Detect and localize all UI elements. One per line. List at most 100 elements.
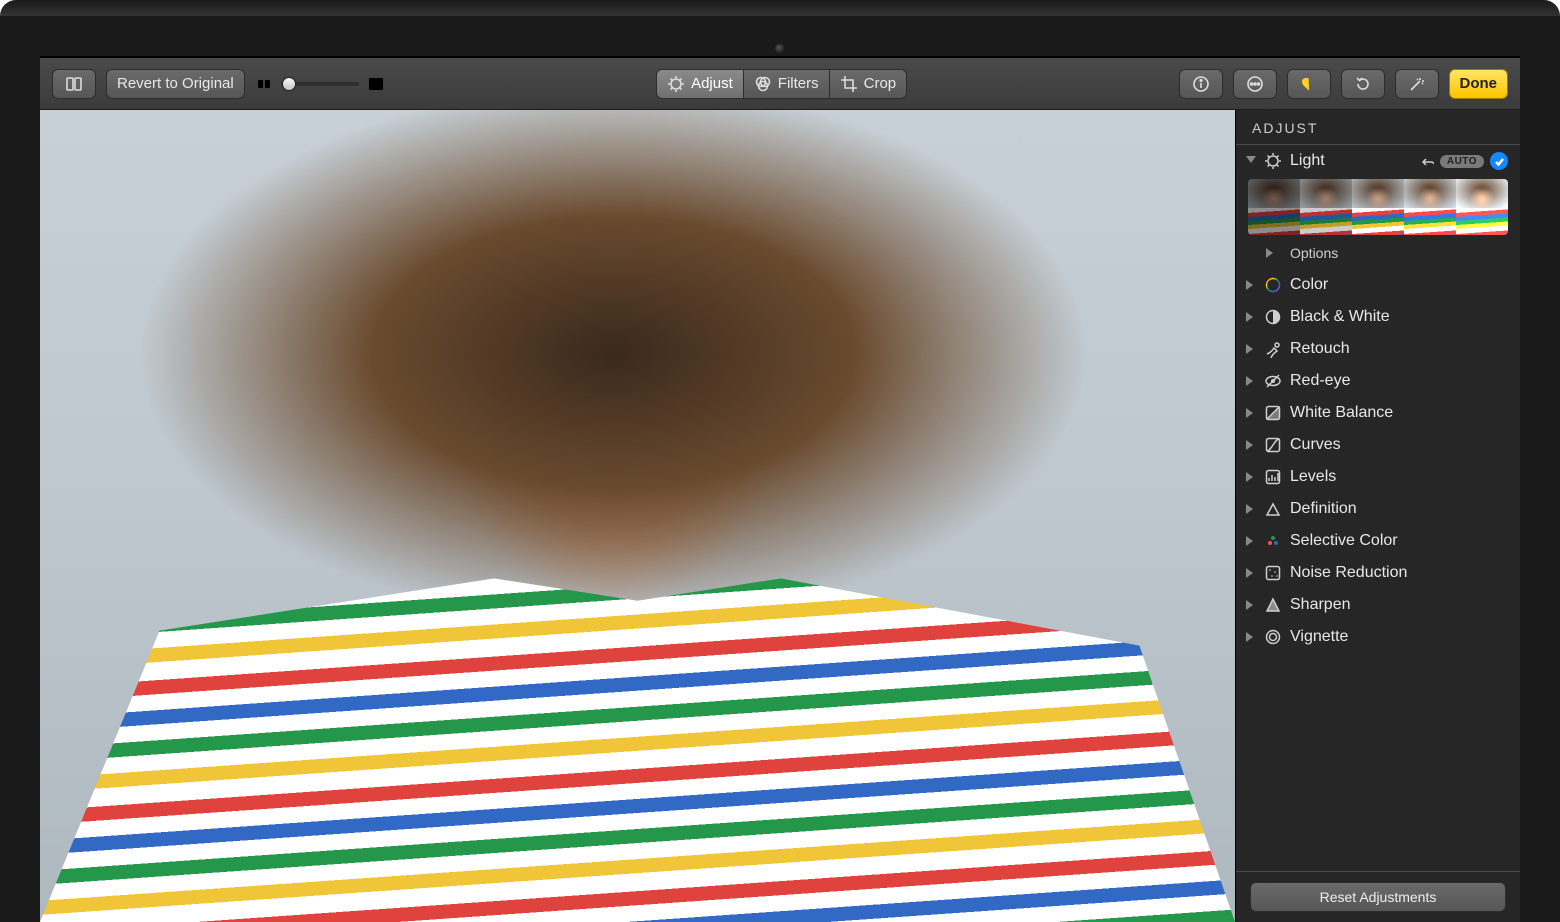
mode-crop-label: Crop xyxy=(864,75,897,92)
reset-adjustments-button[interactable]: Reset Adjustments xyxy=(1250,882,1506,912)
laptop-frame: Revert to Original Adjust xyxy=(0,0,1560,922)
mode-filters[interactable]: Filters xyxy=(743,69,829,99)
reset-wrap: Reset Adjustments xyxy=(1236,871,1520,922)
info-icon xyxy=(1192,75,1210,93)
zoom-thumb[interactable] xyxy=(282,77,296,91)
section-retouch[interactable]: Retouch xyxy=(1236,333,1520,365)
more-button[interactable] xyxy=(1233,69,1277,99)
section-light-label: Light xyxy=(1290,152,1412,170)
light-thumb[interactable] xyxy=(1248,179,1300,235)
wand-icon xyxy=(1408,75,1426,93)
adjust-icon xyxy=(667,75,685,93)
section-selective-color[interactable]: Selective Color xyxy=(1236,525,1520,557)
chevron-right-icon xyxy=(1246,344,1256,354)
section-label: Red-eye xyxy=(1290,372,1508,390)
zoom-slider[interactable] xyxy=(255,75,385,93)
light-thumb[interactable] xyxy=(1352,179,1404,235)
rotate-button[interactable] xyxy=(1341,69,1385,99)
photo-canvas[interactable] xyxy=(40,110,1236,922)
heart-icon xyxy=(1300,75,1318,93)
chevron-right-icon xyxy=(1246,280,1256,290)
workspace: ADJUST Light AUTO xyxy=(40,110,1520,922)
section-enabled-check[interactable] xyxy=(1490,152,1508,170)
adjust-sections: Light AUTO xyxy=(1236,145,1520,871)
definition-icon xyxy=(1264,500,1282,518)
section-black-white[interactable]: Black & White xyxy=(1236,301,1520,333)
revert-button[interactable]: Revert to Original xyxy=(106,69,245,99)
chevron-right-icon xyxy=(1246,504,1256,514)
section-label: Retouch xyxy=(1290,340,1508,358)
chevron-right-icon xyxy=(1246,632,1256,642)
mode-adjust[interactable]: Adjust xyxy=(656,69,743,99)
section-levels[interactable]: Levels xyxy=(1236,461,1520,493)
bezel-top xyxy=(0,0,1560,16)
zoom-track[interactable] xyxy=(281,82,359,86)
compare-icon xyxy=(65,75,83,93)
section-definition[interactable]: Definition xyxy=(1236,493,1520,525)
section-sharpen[interactable]: Sharpen xyxy=(1236,589,1520,621)
sidebar-title: ADJUST xyxy=(1236,110,1520,145)
black-white-icon xyxy=(1264,308,1282,326)
mode-adjust-label: Adjust xyxy=(691,75,733,92)
light-icon xyxy=(1264,152,1282,170)
bezel: Revert to Original Adjust xyxy=(0,16,1560,922)
favorite-button[interactable] xyxy=(1287,69,1331,99)
options-label: Options xyxy=(1290,245,1338,261)
white-balance-icon xyxy=(1264,404,1282,422)
chevron-right-icon xyxy=(1246,536,1256,546)
section-label: Color xyxy=(1290,276,1508,294)
noise-reduction-icon xyxy=(1264,564,1282,582)
rotate-icon xyxy=(1354,75,1372,93)
section-noise-reduction[interactable]: Noise Reduction xyxy=(1236,557,1520,589)
color-icon xyxy=(1264,276,1282,294)
section-label: Sharpen xyxy=(1290,596,1508,614)
section-label: Selective Color xyxy=(1290,532,1508,550)
filters-icon xyxy=(754,75,772,93)
revert-label: Revert to Original xyxy=(117,75,234,92)
mode-segmented-control: Adjust Filters Crop xyxy=(656,69,907,99)
section-color[interactable]: Color xyxy=(1236,269,1520,301)
section-label: Vignette xyxy=(1290,628,1508,646)
done-button[interactable]: Done xyxy=(1449,69,1509,99)
toolbar: Revert to Original Adjust xyxy=(40,58,1520,110)
chevron-right-icon xyxy=(1246,408,1256,418)
section-red-eye[interactable]: Red-eye xyxy=(1236,365,1520,397)
section-white-balance[interactable]: White Balance xyxy=(1236,397,1520,429)
mode-filters-label: Filters xyxy=(778,75,819,92)
info-button[interactable] xyxy=(1179,69,1223,99)
curves-icon xyxy=(1264,436,1282,454)
light-options[interactable]: Options xyxy=(1236,241,1520,269)
light-preview-strip[interactable] xyxy=(1248,179,1508,235)
chevron-right-icon xyxy=(1246,472,1256,482)
done-label: Done xyxy=(1460,75,1498,92)
levels-icon xyxy=(1264,468,1282,486)
compare-button[interactable] xyxy=(52,69,96,99)
chevron-right-icon xyxy=(1266,248,1276,258)
section-light[interactable]: Light AUTO xyxy=(1236,145,1520,177)
chevron-right-icon xyxy=(1246,312,1256,322)
section-label: Definition xyxy=(1290,500,1508,518)
zoom-in-icon xyxy=(367,75,385,93)
light-thumb[interactable] xyxy=(1456,179,1508,235)
photos-edit-window: Revert to Original Adjust xyxy=(40,56,1520,922)
webcam xyxy=(775,44,785,54)
auto-enhance-button[interactable] xyxy=(1395,69,1439,99)
light-thumb[interactable] xyxy=(1300,179,1352,235)
section-vignette[interactable]: Vignette xyxy=(1236,621,1520,653)
auto-button[interactable]: AUTO xyxy=(1440,155,1484,168)
reset-label: Reset Adjustments xyxy=(1320,889,1437,905)
section-label: Curves xyxy=(1290,436,1508,454)
chevron-right-icon xyxy=(1246,600,1256,610)
sharpen-icon xyxy=(1264,596,1282,614)
selective-color-icon xyxy=(1264,532,1282,550)
section-curves[interactable]: Curves xyxy=(1236,429,1520,461)
undo-icon[interactable] xyxy=(1420,154,1434,168)
chevron-right-icon xyxy=(1246,568,1256,578)
light-thumb[interactable] xyxy=(1404,179,1456,235)
mode-crop[interactable]: Crop xyxy=(829,69,908,99)
section-label: Black & White xyxy=(1290,308,1508,326)
section-label: Noise Reduction xyxy=(1290,564,1508,582)
adjust-sidebar: ADJUST Light AUTO xyxy=(1236,110,1520,922)
section-label: Levels xyxy=(1290,468,1508,486)
zoom-out-icon xyxy=(255,75,273,93)
